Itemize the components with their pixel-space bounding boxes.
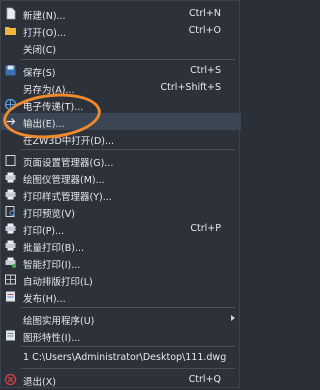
menu-item-shortcut: Ctrl+O (188, 25, 221, 36)
batch-print-icon (5, 240, 16, 251)
menu-separator (21, 307, 235, 308)
menu-item-label: 绘图仪管理器(M)... (23, 175, 105, 186)
menu-item-print-preview[interactable]: 打印预览(V) (1, 203, 241, 220)
menu-item-label: 新建(N)... (23, 11, 66, 22)
menu-item-save[interactable]: 保存(S) Ctrl+S (1, 62, 241, 79)
menu-item-batch-print[interactable]: 批量打印(B)... (1, 237, 241, 254)
menu-item-auto-layout-print[interactable]: 自动排版打印(L) (1, 271, 241, 288)
submenu-arrow-icon (231, 315, 235, 321)
menu-item-label: 打印样式管理器(Y)... (23, 192, 112, 203)
smart-print-icon (5, 257, 16, 268)
menu-item-label: 关闭(C) (23, 45, 57, 56)
menu-item-drawing-utilities[interactable]: 绘图实用程序(U) (1, 310, 241, 327)
menu-item-label: 1 C:\Users\Administrator\Desktop\111.dwg (23, 352, 227, 363)
menu-separator (21, 368, 235, 369)
menu-item-shortcut: Ctrl+N (189, 8, 221, 19)
file-menu: 新建(N)... Ctrl+N 打开(O)... Ctrl+O 关闭(C) 保存… (0, 0, 241, 388)
open-folder-icon (5, 27, 16, 35)
export-icon (7, 118, 16, 125)
print-preview-icon (5, 206, 15, 217)
menu-item-page-setup-manager[interactable]: 页面设置管理器(G)... (1, 152, 241, 169)
menu-item-recent-file[interactable]: 1 C:\Users\Administrator\Desktop\111.dwg (1, 349, 241, 366)
plot-style-icon (5, 189, 16, 200)
menu-item-close[interactable]: 关闭(C) (1, 39, 241, 56)
menu-item-smart-print[interactable]: 智能打印(I)... (1, 254, 241, 271)
save-icon (5, 65, 16, 76)
menu-item-plotter-manager[interactable]: 绘图仪管理器(M)... (1, 169, 241, 186)
menu-item-label: 在ZW3D中打开(D)... (23, 136, 115, 147)
menu-item-label: 电子传递(T)... (23, 102, 84, 113)
menu-item-save-as[interactable]: 另存为(A)... Ctrl+Shift+S (1, 79, 241, 96)
menu-item-export[interactable]: 输出(E)... (1, 113, 241, 130)
menu-item-label: 退出(X) (23, 377, 56, 388)
menu-item-label: 保存(S) (23, 68, 56, 79)
menu-item-label: 批量打印(B)... (23, 243, 84, 254)
menu-item-label: 智能打印(I)... (23, 260, 81, 271)
menu-item-label: 打印(P)... (23, 226, 65, 237)
new-file-icon (6, 7, 16, 20)
plotter-icon (5, 172, 16, 183)
auto-layout-print-icon (5, 274, 16, 285)
menu-separator (21, 149, 235, 150)
menu-item-label: 另存为(A)... (23, 85, 75, 96)
publish-icon (6, 291, 15, 302)
menu-item-label: 图形特性(I)... (23, 333, 81, 344)
menu-item-drawing-properties[interactable]: 图形特性(I)... (1, 327, 241, 344)
menu-item-open[interactable]: 打开(O)... Ctrl+O (1, 22, 241, 39)
print-icon (5, 223, 16, 234)
menu-item-new[interactable]: 新建(N)... Ctrl+N (1, 5, 241, 22)
menu-item-exit[interactable]: 退出(X) Ctrl+Q (1, 371, 241, 388)
menu-item-etransmit[interactable]: 电子传递(T)... (1, 96, 241, 113)
menu-item-label: 发布(H)... (23, 294, 66, 305)
menu-item-shortcut: Ctrl+Shift+S (160, 82, 221, 93)
menu-item-plot-style-manager[interactable]: 打印样式管理器(Y)... (1, 186, 241, 203)
menu-item-label: 输出(E)... (23, 119, 65, 130)
drawing-properties-icon (6, 330, 15, 341)
menu-item-shortcut: Ctrl+S (190, 65, 221, 76)
exit-icon (4, 373, 17, 386)
menu-separator (21, 346, 235, 347)
etransmit-icon (4, 98, 17, 111)
menu-item-label: 打开(O)... (23, 28, 66, 39)
menu-item-label: 自动排版打印(L) (23, 277, 93, 288)
menu-item-open-in-zw3d[interactable]: 在ZW3D中打开(D)... (1, 130, 241, 147)
page-setup-icon (5, 155, 16, 166)
menu-item-label: 页面设置管理器(G)... (23, 158, 114, 169)
menu-item-label: 打印预览(V) (23, 209, 75, 220)
menu-item-print[interactable]: 打印(P)... Ctrl+P (1, 220, 241, 237)
menu-separator (21, 59, 235, 60)
menu-item-publish[interactable]: 发布(H)... (1, 288, 241, 305)
menu-item-shortcut: Ctrl+P (190, 223, 221, 234)
menu-item-label: 绘图实用程序(U) (23, 316, 95, 327)
menu-item-shortcut: Ctrl+Q (188, 374, 221, 385)
